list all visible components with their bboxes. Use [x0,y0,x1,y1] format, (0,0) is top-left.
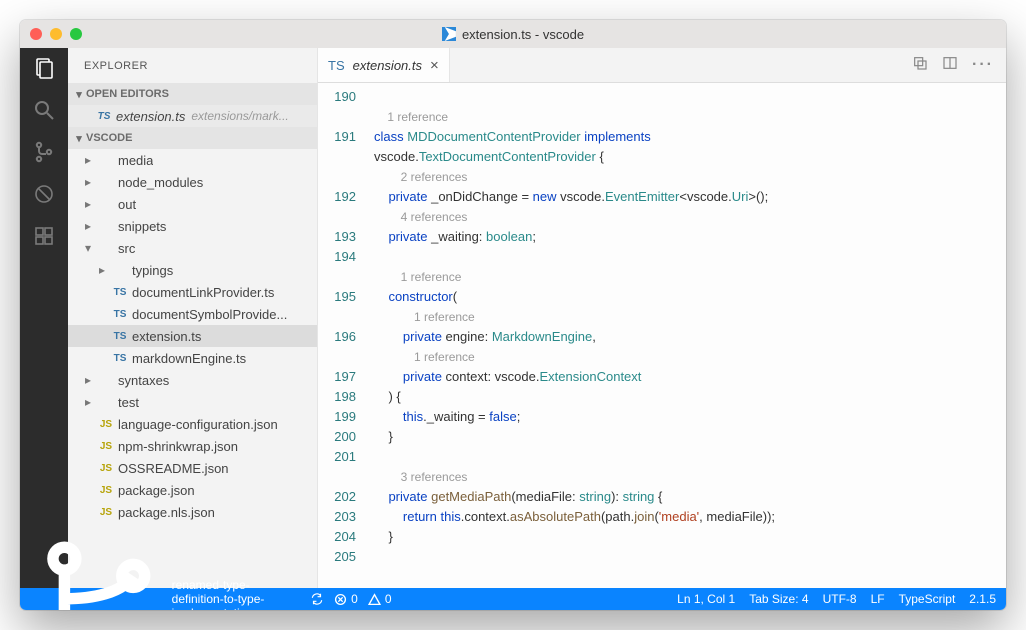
typescript-file-icon: TS [108,331,132,342]
file-row[interactable]: JSnpm-shrinkwrap.json [68,435,317,457]
folder-row[interactable]: ▸ media [68,149,317,171]
status-bar: renamed-type-definition-to-type-implemen… [20,588,1006,610]
file-row[interactable]: JSlanguage-configuration.json [68,413,317,435]
typescript-file-icon: TS [108,287,132,298]
typescript-file-icon: TS [108,353,132,364]
sidebar-title: EXPLORER [68,48,317,83]
status-version[interactable]: 2.1.5 [969,592,996,606]
folder-row[interactable]: ▸ syntaxes [68,369,317,391]
file-label: syntaxes [118,373,169,388]
folder-row[interactable]: ▾ src [68,237,317,259]
window-title: extension.ts - vscode [462,27,584,42]
file-row[interactable]: TSmarkdownEngine.ts [68,347,317,369]
section-open-editors[interactable]: ▾OPEN EDITORS [68,83,317,105]
file-label: snippets [118,219,166,234]
chevron-right-icon: ▸ [82,395,94,409]
file-row[interactable]: JSpackage.json [68,479,317,501]
typescript-file-icon: TS [328,58,345,73]
chevron-right-icon: ▸ [82,153,94,167]
file-label: test [118,395,139,410]
tab-label: extension.ts [353,58,422,73]
file-label: out [118,197,136,212]
chevron-down-icon: ▾ [72,132,86,145]
file-row[interactable]: TSdocumentSymbolProvide... [68,303,317,325]
titlebar: extension.ts - vscode [20,20,1006,48]
status-errors[interactable]: 0 0 [334,592,391,606]
status-encoding[interactable]: UTF-8 [823,592,857,606]
status-eol[interactable]: LF [871,592,885,606]
activity-bar [20,48,68,588]
file-label: markdownEngine.ts [132,351,246,366]
status-branch[interactable]: renamed-type-definition-to-type-implemen… [30,530,300,610]
chevron-right-icon: ▸ [96,263,108,277]
file-row[interactable]: JSpackage.nls.json [68,501,317,523]
split-editor-icon[interactable] [942,55,958,76]
show-references-icon[interactable] [912,55,928,76]
file-label: src [118,241,135,256]
chevron-right-icon: ▸ [82,373,94,387]
chevron-right-icon: ▸ [82,175,94,189]
explorer-icon[interactable] [32,56,56,80]
file-label: extension.ts [132,329,201,344]
folder-row[interactable]: ▸ out [68,193,317,215]
typescript-file-icon: TS [92,111,116,122]
status-tab-size[interactable]: Tab Size: 4 [749,592,808,606]
status-sync[interactable] [310,592,324,606]
minimize-window-button[interactable] [50,28,62,40]
tab-extension-ts[interactable]: TS extension.ts × [318,48,450,82]
open-editor-item[interactable]: TS extension.ts extensions/mark... [68,105,317,127]
file-label: package.json [118,483,195,498]
close-window-button[interactable] [30,28,42,40]
json-file-icon: JS [94,485,118,496]
chevron-down-icon: ▾ [72,88,86,101]
json-file-icon: JS [94,441,118,452]
file-label: documentSymbolProvide... [132,307,287,322]
json-file-icon: JS [94,419,118,430]
json-file-icon: JS [94,463,118,474]
json-file-icon: JS [94,507,118,518]
file-label: node_modules [118,175,203,190]
typescript-file-icon: TS [108,309,132,320]
file-label: OSSREADME.json [118,461,229,476]
editor-area: TS extension.ts × ··· 190 1 reference191… [318,48,1006,588]
folder-row[interactable]: ▸ node_modules [68,171,317,193]
folder-row[interactable]: ▸ snippets [68,215,317,237]
search-icon[interactable] [32,98,56,122]
file-label: typings [132,263,173,278]
vscode-icon [442,27,456,41]
sidebar: EXPLORER ▾OPEN EDITORS TS extension.ts e… [68,48,318,588]
file-label: documentLinkProvider.ts [132,285,274,300]
chevron-down-icon: ▾ [82,241,94,255]
extensions-icon[interactable] [32,224,56,248]
file-label: media [118,153,153,168]
debug-icon[interactable] [32,182,56,206]
file-row[interactable]: JSOSSREADME.json [68,457,317,479]
close-tab-icon[interactable]: × [430,57,439,74]
file-label: language-configuration.json [118,417,278,432]
file-label: npm-shrinkwrap.json [118,439,238,454]
section-workspace[interactable]: ▾VSCODE [68,127,317,149]
source-control-icon[interactable] [32,140,56,164]
status-language[interactable]: TypeScript [899,592,956,606]
more-actions-icon[interactable]: ··· [972,56,994,74]
chevron-right-icon: ▸ [82,197,94,211]
folder-row[interactable]: ▸ typings [68,259,317,281]
code-editor[interactable]: 190 1 reference191class MDDocumentConten… [318,83,1006,588]
folder-row[interactable]: ▸ test [68,391,317,413]
file-row[interactable]: TSdocumentLinkProvider.ts [68,281,317,303]
file-label: package.nls.json [118,505,215,520]
file-row[interactable]: TSextension.ts [68,325,317,347]
zoom-window-button[interactable] [70,28,82,40]
status-position[interactable]: Ln 1, Col 1 [677,592,735,606]
tab-bar: TS extension.ts × ··· [318,48,1006,83]
chevron-right-icon: ▸ [82,219,94,233]
